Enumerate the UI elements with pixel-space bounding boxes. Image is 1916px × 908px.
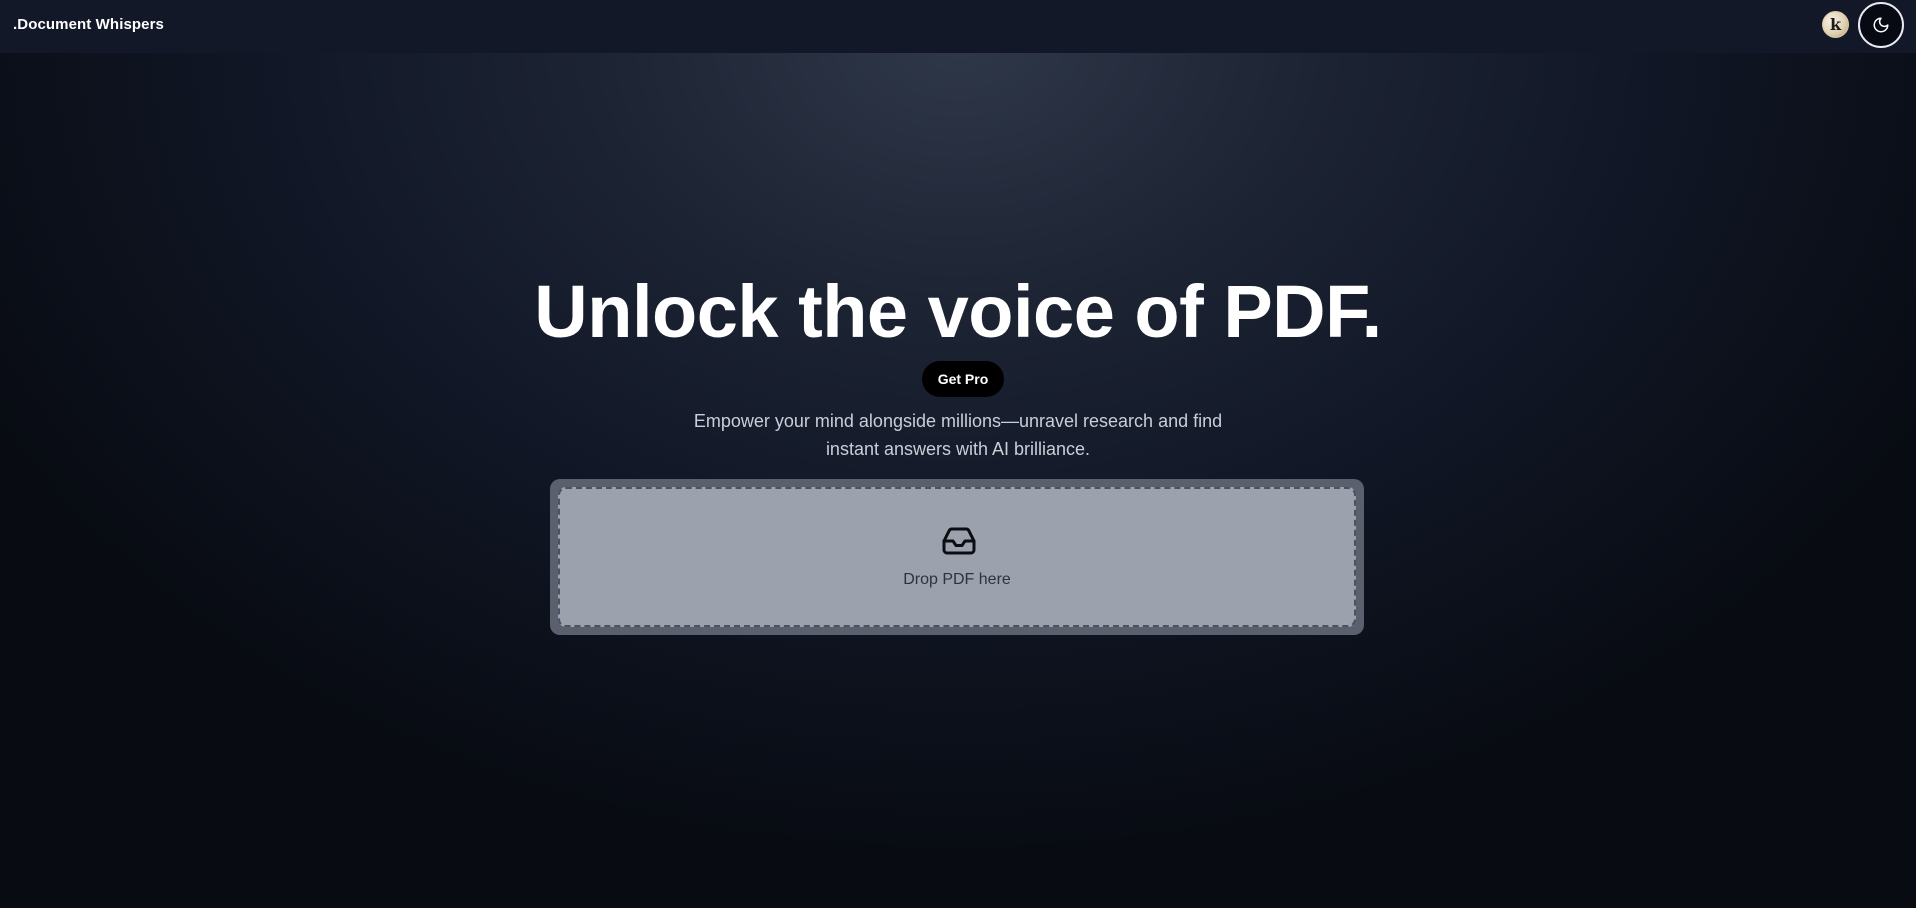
avatar-letter: k <box>1830 15 1842 34</box>
user-avatar[interactable]: k <box>1822 11 1849 38</box>
pdf-dropzone-frame: Drop PDF here <box>550 479 1364 635</box>
subtitle-line-1: Empower your mind alongside millions—unr… <box>693 411 1223 431</box>
hero-title: Unlock the voice of PDF. <box>534 270 1382 353</box>
top-bar: .Document Whispers k <box>0 0 1916 53</box>
subtitle-line-2: instant answers with AI brilliance. <box>825 439 1091 459</box>
brand-logo-text[interactable]: .Document Whispers <box>13 16 164 33</box>
dropzone-label: Drop PDF here <box>903 571 1011 588</box>
pdf-dropzone[interactable]: Drop PDF here <box>558 487 1356 627</box>
theme-toggle-button[interactable] <box>1858 2 1904 48</box>
get-pro-button[interactable]: Get Pro <box>922 361 1004 397</box>
inbox-icon <box>942 527 976 555</box>
moon-icon <box>1873 17 1889 33</box>
hero-subtitle: Empower your mind alongside millions—unr… <box>658 407 1258 463</box>
